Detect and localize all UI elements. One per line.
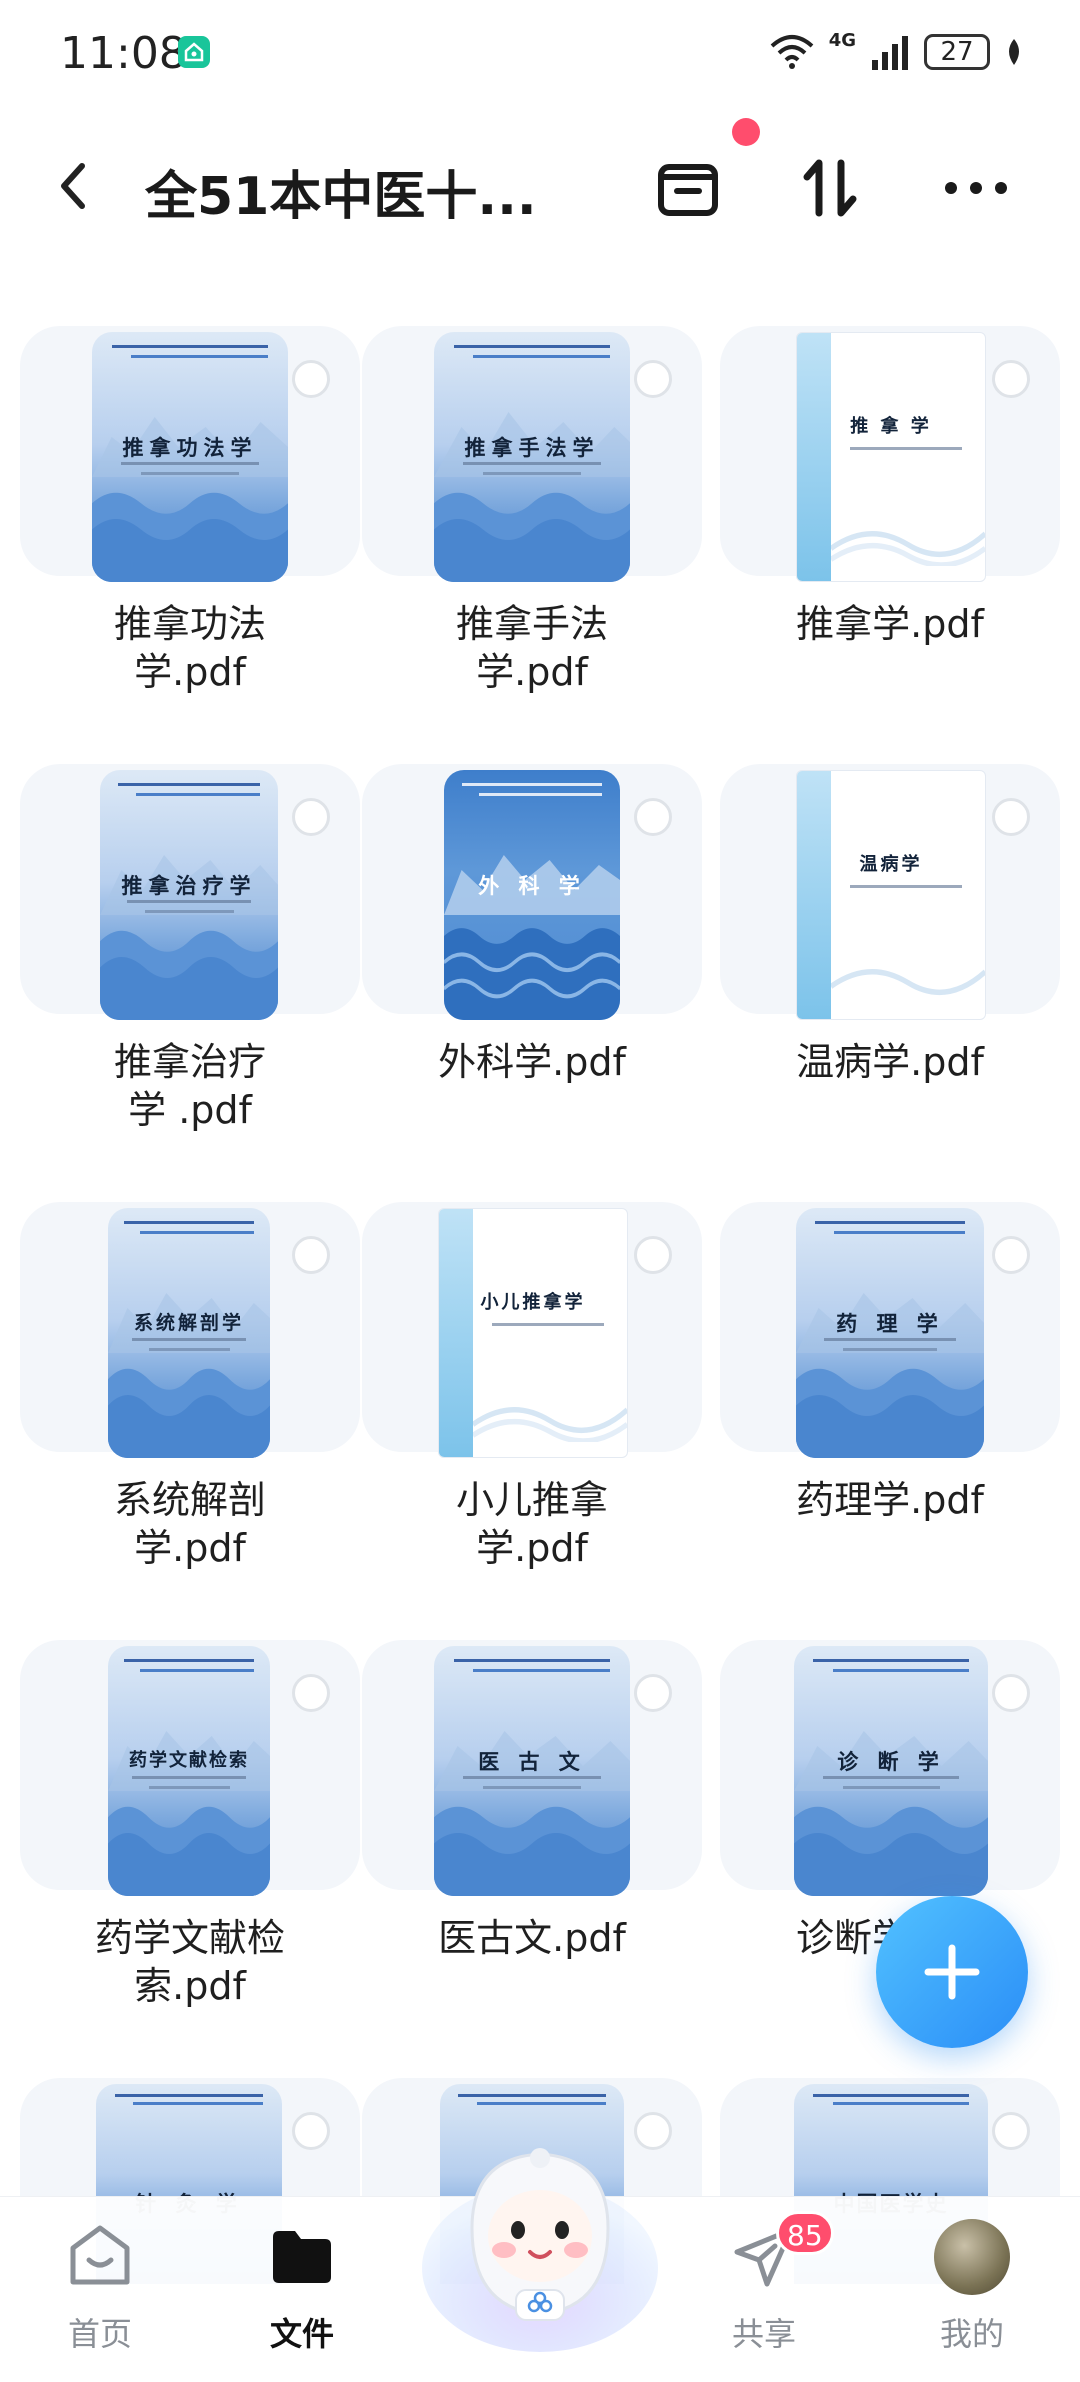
file-name: 医古文.pdf xyxy=(438,1916,626,1960)
book-cover: 药学文献检索 xyxy=(108,1646,270,1896)
book-cover: 系统解剖学 xyxy=(108,1208,270,1458)
book-cover: 诊 断 学 xyxy=(794,1646,988,1896)
notification-dot xyxy=(732,118,760,146)
cover-title: 温病学 xyxy=(859,854,923,876)
file-name: 药学文献检 索.pdf xyxy=(94,1916,285,2008)
home-icon xyxy=(60,2217,140,2297)
status-time: 11:08 xyxy=(60,28,187,79)
nav-files[interactable]: 文件 xyxy=(222,2217,382,2355)
select-checkbox[interactable] xyxy=(634,1674,672,1712)
select-checkbox[interactable] xyxy=(992,798,1030,836)
header: 全51本中医十... xyxy=(0,104,1080,274)
cover-title: 推 拿 学 xyxy=(850,416,932,438)
nav-home-label: 首页 xyxy=(67,2315,132,2353)
nav-mine[interactable]: 我的 xyxy=(892,2217,1052,2355)
cover-title: 外 科 学 xyxy=(478,873,586,898)
select-checkbox[interactable] xyxy=(292,1236,330,1274)
book-cover: 外 科 学 xyxy=(444,770,620,1020)
home-app-icon xyxy=(178,36,210,68)
cover-title: 推拿功法学 xyxy=(122,435,258,460)
folder-icon xyxy=(262,2217,342,2297)
avatar xyxy=(934,2219,1010,2295)
cover-title: 小儿推拿学 xyxy=(480,1292,586,1314)
transfer-box-icon xyxy=(658,164,718,216)
nav-files-label: 文件 xyxy=(269,2315,334,2353)
book-cover: 温病学 xyxy=(796,770,986,1020)
cover-title: 诊 断 学 xyxy=(837,1749,945,1774)
select-checkbox[interactable] xyxy=(292,2112,330,2150)
back-button[interactable] xyxy=(52,156,112,220)
battery-indicator: 27 xyxy=(924,34,990,70)
book-cover: 推拿治疗学 xyxy=(100,770,278,1020)
select-checkbox[interactable] xyxy=(992,360,1030,398)
file-name: 推拿手法 学.pdf xyxy=(455,602,608,694)
select-checkbox[interactable] xyxy=(634,1236,672,1274)
nav-mine-label: 我的 xyxy=(939,2315,1004,2353)
file-name: 推拿功法 学.pdf xyxy=(113,602,266,694)
transfer-list-button[interactable] xyxy=(648,148,728,228)
file-name: 推拿学.pdf xyxy=(796,602,984,646)
add-button[interactable] xyxy=(876,1896,1028,2048)
assistant-mascot-button[interactable] xyxy=(412,2118,668,2354)
select-checkbox[interactable] xyxy=(292,798,330,836)
file-name: 外科学.pdf xyxy=(438,1040,626,1084)
file-name: 药理学.pdf xyxy=(796,1478,984,1522)
file-name: 温病学.pdf xyxy=(796,1040,984,1084)
file-name: 小儿推拿 学.pdf xyxy=(455,1478,608,1570)
page-title: 全51本中医十... xyxy=(145,167,537,227)
wifi-icon xyxy=(770,35,814,69)
chevron-left-icon xyxy=(61,163,85,209)
select-checkbox[interactable] xyxy=(634,798,672,836)
cover-title: 推拿治疗学 xyxy=(121,873,257,898)
nav-home[interactable]: 首页 xyxy=(20,2217,180,2355)
plus-icon xyxy=(924,1944,980,2000)
more-options-button[interactable] xyxy=(936,148,1016,228)
cover-title: 医 古 文 xyxy=(478,1749,586,1774)
status-bar: 11:08 4G 27 xyxy=(0,0,1080,104)
file-name: 系统解剖 学.pdf xyxy=(113,1478,266,1570)
book-cover: 小儿推拿学 xyxy=(438,1208,628,1458)
leaf-icon xyxy=(1009,39,1019,65)
signal-icon xyxy=(872,36,908,70)
sort-arrows-icon xyxy=(803,159,857,217)
select-checkbox[interactable] xyxy=(992,1674,1030,1712)
select-checkbox[interactable] xyxy=(992,1236,1030,1274)
cover-title: 系统解剖学 xyxy=(133,1312,244,1334)
select-checkbox[interactable] xyxy=(292,360,330,398)
more-dots-icon xyxy=(945,182,1007,194)
cover-title: 推拿手法学 xyxy=(464,435,600,460)
mascot-icon xyxy=(422,2148,658,2352)
nav-share[interactable]: 85 共享 xyxy=(684,2211,844,2355)
select-checkbox[interactable] xyxy=(292,1674,330,1712)
sort-button[interactable] xyxy=(790,148,870,228)
book-cover: 药 理 学 xyxy=(796,1208,984,1458)
select-checkbox[interactable] xyxy=(634,360,672,398)
network-type-label: 4G xyxy=(828,29,856,51)
cover-title: 药学文献检索 xyxy=(129,1750,249,1771)
book-cover: 推拿手法学 xyxy=(434,332,630,582)
select-checkbox[interactable] xyxy=(992,2112,1030,2150)
cover-title: 药 理 学 xyxy=(836,1311,944,1336)
nav-share-label: 共享 xyxy=(731,2315,796,2353)
book-cover: 医 古 文 xyxy=(434,1646,630,1896)
book-cover: 推 拿 学 xyxy=(796,332,986,582)
file-name: 推拿治疗学 .pdf xyxy=(113,1040,266,1132)
status-indicators: 4G 27 xyxy=(769,28,1024,76)
book-cover: 推拿功法学 xyxy=(92,332,288,582)
share-count-badge: 85 xyxy=(776,2211,834,2255)
